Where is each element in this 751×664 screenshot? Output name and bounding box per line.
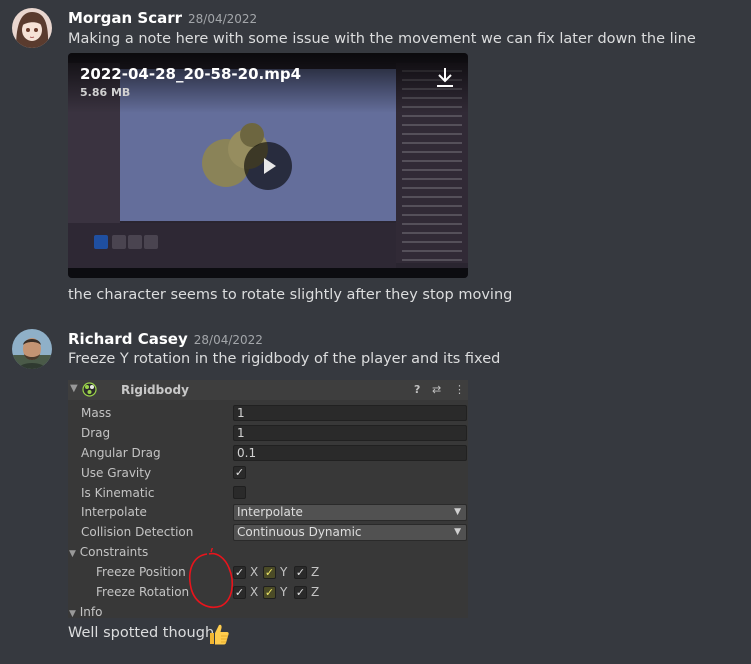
fold-arrow-icon: ▼	[69, 549, 76, 559]
username[interactable]: Morgan Scarr 28/04/2022	[68, 9, 257, 27]
interpolate-label: Interpolate	[81, 505, 147, 519]
sliders-icon: ⇄	[432, 383, 442, 396]
axis-x-label: X	[250, 585, 259, 599]
chevron-down-icon: ▼	[454, 507, 461, 517]
fold-arrow-icon: ▼	[70, 383, 78, 394]
rigidbody-inspector-image[interactable]: ▼ Rigidbody ? ⇄ ⋮ Mass 1 Drag 1 Angular …	[68, 380, 468, 619]
drag-label: Drag	[81, 426, 111, 440]
info-label: ▼ Info	[69, 605, 102, 619]
message-text: Freeze Y rotation in the rigidbody of th…	[68, 351, 501, 367]
timestamp: 28/04/2022	[188, 12, 258, 26]
mass-label: Mass	[81, 406, 112, 420]
angular-drag-label: Angular Drag	[81, 446, 161, 460]
timestamp: 28/04/2022	[193, 333, 263, 347]
interpolate-value: Interpolate	[237, 505, 303, 519]
info-text: Info	[79, 605, 103, 619]
video-asset-thumb	[112, 235, 126, 249]
component-title: Rigidbody	[121, 383, 189, 397]
axis-x-label: X	[250, 565, 259, 579]
username-text[interactable]: Morgan Scarr	[68, 9, 182, 27]
message-text: Well spotted though	[68, 625, 215, 641]
freeze-rotation-label: Freeze Rotation	[96, 585, 190, 599]
angular-drag-field: 0.1	[233, 445, 467, 461]
collision-detection-label: Collision Detection	[81, 525, 194, 539]
message-text: Making a note here with some issue with …	[68, 31, 696, 47]
collision-detection-dropdown: Continuous Dynamic ▼	[233, 524, 467, 541]
rigidbody-header: ▼ Rigidbody ? ⇄ ⋮	[68, 380, 468, 400]
chevron-down-icon: ▼	[454, 527, 461, 537]
video-filename[interactable]: 2022-04-28_20-58-20.mp4	[80, 65, 301, 83]
thumbs-up-emoji-icon[interactable]	[208, 623, 230, 645]
avatar[interactable]	[12, 8, 52, 48]
is-kinematic-checkbox	[233, 486, 246, 499]
use-gravity-checkbox: ✓	[233, 466, 246, 479]
freeze-position-z-checkbox: ✓	[294, 566, 307, 579]
constraints-label: ▼ Constraints	[69, 545, 148, 559]
video-asset-thumb	[128, 235, 142, 249]
axis-y-label: Y	[280, 565, 288, 579]
use-gravity-label: Use Gravity	[81, 466, 152, 480]
fold-arrow-icon: ▼	[69, 609, 76, 619]
freeze-rotation-y-checkbox: ✓	[263, 586, 276, 599]
rigidbody-icon	[82, 382, 97, 397]
username-text[interactable]: Richard Casey	[68, 330, 188, 348]
mass-field: 1	[233, 405, 467, 421]
axis-z-label: Z	[311, 565, 320, 579]
username[interactable]: Richard Casey 28/04/2022	[68, 330, 263, 348]
download-icon[interactable]	[434, 65, 456, 89]
avatar[interactable]	[12, 329, 52, 369]
video-asset-thumb	[94, 235, 108, 249]
drag-field: 1	[233, 425, 467, 441]
constraints-text: Constraints	[79, 545, 149, 559]
message-text: the character seems to rotate slightly a…	[68, 287, 513, 303]
red-annotation-circle	[189, 548, 234, 608]
video-title-shade	[68, 53, 468, 113]
freeze-rotation-z-checkbox: ✓	[294, 586, 307, 599]
video-filesize: 5.86 MB	[80, 86, 131, 99]
axis-z-label: Z	[311, 585, 320, 599]
axis-y-label: Y	[280, 585, 288, 599]
is-kinematic-label: Is Kinematic	[81, 486, 155, 500]
freeze-position-label: Freeze Position	[96, 565, 186, 579]
play-button-icon[interactable]	[244, 142, 292, 190]
video-bottom-bar	[68, 268, 468, 278]
collision-detection-value: Continuous Dynamic	[237, 525, 362, 539]
freeze-position-y-checkbox: ✓	[263, 566, 276, 579]
kebab-menu-icon: ⋮	[454, 383, 465, 396]
interpolate-dropdown: Interpolate ▼	[233, 504, 467, 521]
help-icon: ?	[414, 383, 421, 396]
video-asset-thumb	[144, 235, 158, 249]
video-attachment[interactable]: 2022-04-28_20-58-20.mp4 5.86 MB	[68, 53, 468, 278]
